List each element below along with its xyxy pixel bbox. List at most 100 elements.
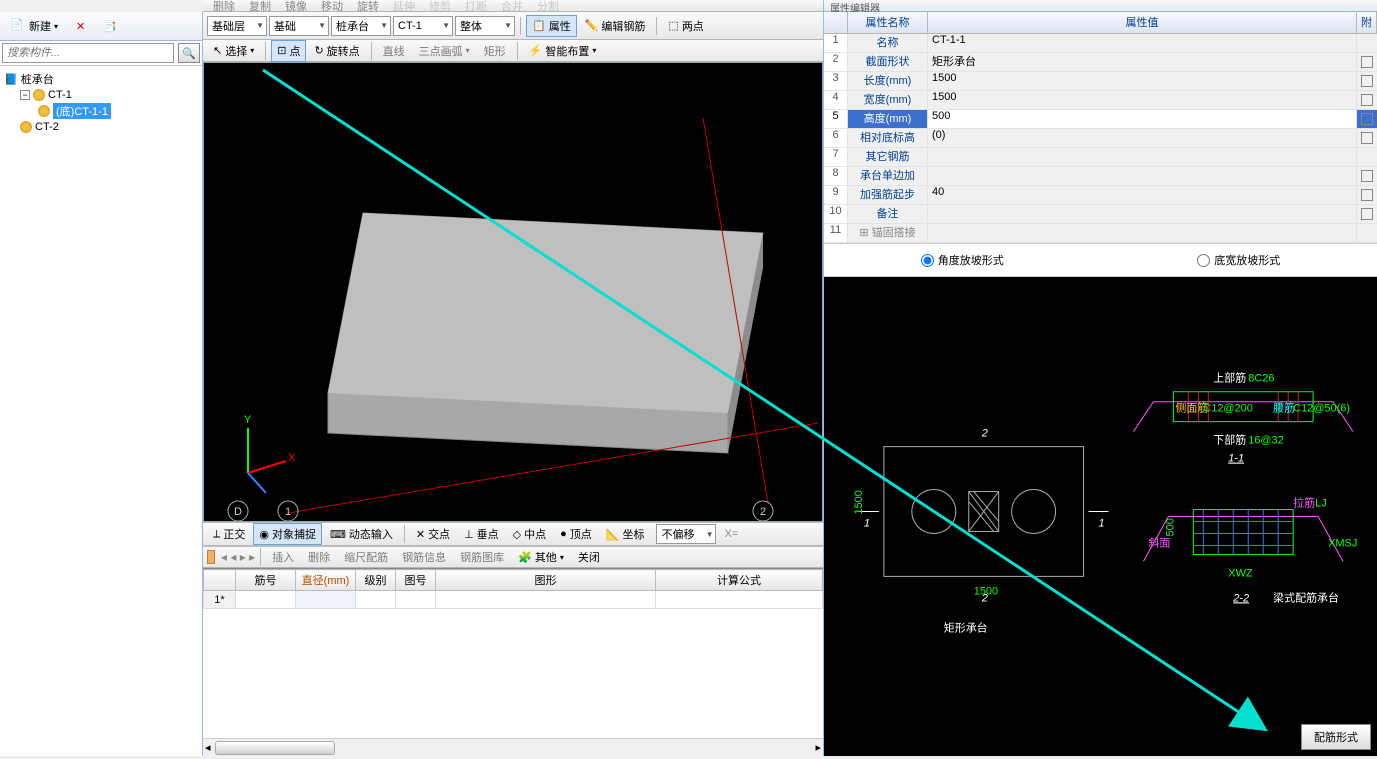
svg-text:上部筋: 上部筋 [1213, 371, 1246, 385]
h-scrollbar[interactable]: ◂ ▸ [203, 738, 823, 756]
property-header: 属性名称 属性值 附 [824, 12, 1377, 34]
snap-toolbar: ⟂正交 ◉对象捕捉 ⌨动态输入 ✕交点 ⊥垂点 ◇中点 ●顶点 📐坐标 不偏移▼… [203, 522, 823, 546]
search-button[interactable]: 🔍 [178, 43, 200, 63]
property-row[interactable]: 7其它钢筋 [824, 148, 1377, 167]
svg-text:XMSJ: XMSJ [1328, 537, 1357, 549]
radio-width[interactable]: 底宽放坡形式 [1197, 252, 1280, 268]
property-panel-title: 属性编辑器 [824, 0, 1377, 12]
new-button[interactable]: 📄新建▾ [4, 15, 64, 37]
tb-split: 分割 [531, 0, 565, 17]
grid-scale: 缩尺配筋 [338, 546, 394, 568]
property-row[interactable]: 9加强筋起步40 [824, 186, 1377, 205]
center-panel: 删除 复制 镜像 移动 旋转 延伸 修剪 打断 合并 分割 基础层▼ 基础▼ 桩… [203, 0, 823, 756]
property-row[interactable]: 8承台单边加 [824, 167, 1377, 186]
snap-object[interactable]: ◉对象捕捉 [253, 523, 322, 545]
svg-text:1: 1 [864, 517, 870, 529]
snap-dynamic[interactable]: ⌨动态输入 [324, 523, 399, 545]
svg-text:2: 2 [760, 506, 766, 518]
property-row[interactable]: 6相对底标高(0) [824, 129, 1377, 148]
tree-node-ct1-child[interactable]: (底)CT-1-1 [2, 102, 200, 120]
svg-text:D: D [234, 506, 242, 518]
svg-text:斜面: 斜面 [1148, 536, 1170, 549]
svg-text:XWZ: XWZ [1228, 567, 1253, 579]
rebar-grid: 筋号 直径(mm) 级别 图号 图形 计算公式 1* ◂ ▸ [203, 568, 823, 756]
toolbar-row-3: ↖选择▾ ⊡点 ↻旋转点 直线 三点画弧▾ 矩形 ⚡智能布置▾ [203, 40, 823, 62]
dd-layer[interactable]: 基础层▼ [207, 16, 267, 36]
radio-angle[interactable]: 角度放坡形式 [921, 252, 1004, 268]
offset-dropdown[interactable]: 不偏移▼ [656, 524, 716, 544]
tb-break: 打断 [459, 0, 493, 17]
property-row[interactable]: 5高度(mm)500 [824, 110, 1377, 129]
property-rows: 1名称CT-1-12截面形状矩形承台3长度(mm)15004宽度(mm)1500… [824, 34, 1377, 243]
snap-coord[interactable]: 📐坐标 [600, 523, 651, 545]
snap-mid[interactable]: ◇中点 [507, 523, 552, 545]
svg-text:500: 500 [1164, 518, 1176, 536]
property-row[interactable]: 4宽度(mm)1500 [824, 91, 1377, 110]
svg-text:X: X [288, 452, 296, 464]
search-input[interactable] [2, 43, 174, 63]
rebar-form-button[interactable]: 配筋形式 [1301, 724, 1371, 750]
line-tool: 直线 [377, 40, 411, 62]
table-row[interactable]: 1* [204, 591, 823, 609]
grid-rebar-lib: 钢筋图库 [454, 546, 510, 568]
select-tool[interactable]: ↖选择▾ [207, 40, 260, 62]
property-button[interactable]: 📋属性 [526, 15, 577, 37]
svg-text:16@32: 16@32 [1248, 435, 1284, 447]
svg-text:2: 2 [981, 428, 988, 440]
left-panel-toolbar: 📄新建▾ ✕ 📑 [0, 12, 202, 41]
col-fig[interactable]: 图号 [396, 570, 436, 591]
property-row[interactable]: 11⊞ 锚固搭接 [824, 224, 1377, 243]
edit-rebar-button[interactable]: ✏️编辑钢筋 [579, 15, 652, 37]
rect-tool: 矩形 [478, 40, 512, 62]
section-diagram: 1 1 2 2 矩形承台 1500 1500 上部筋 8C26 侧面筋 C12@… [824, 277, 1377, 756]
svg-text:梁式配筋承台: 梁式配筋承台 [1273, 590, 1339, 604]
svg-text:矩形承台: 矩形承台 [944, 620, 988, 634]
two-point-button[interactable]: ⬚两点 [662, 15, 709, 37]
grid-other[interactable]: 🧩其他▾ [512, 546, 570, 568]
rotate-point-tool[interactable]: ↻旋转点 [308, 40, 365, 62]
3d-viewport[interactable]: Y X D 1 2 [203, 62, 823, 522]
grid-handle[interactable] [207, 550, 215, 564]
arc-tool: 三点画弧▾ [413, 40, 476, 62]
snap-cross[interactable]: ✕交点 [410, 523, 456, 545]
svg-text:拉筋: 拉筋 [1293, 496, 1315, 510]
svg-text:下部筋: 下部筋 [1213, 433, 1246, 447]
tree-node-ct2[interactable]: CT-2 [2, 120, 200, 134]
toolbar-row-1: 删除 复制 镜像 移动 旋转 延伸 修剪 打断 合并 分割 [203, 0, 823, 12]
snap-ortho[interactable]: ⟂正交 [207, 523, 251, 545]
col-formula[interactable]: 计算公式 [656, 570, 823, 591]
snap-vertex[interactable]: ●顶点 [554, 523, 598, 545]
col-grade[interactable]: 级别 [356, 570, 396, 591]
dd-type[interactable]: 桩承台▼ [331, 16, 391, 36]
grid-close[interactable]: 关闭 [572, 546, 606, 568]
svg-text:1500: 1500 [974, 585, 998, 597]
col-dia[interactable]: 直径(mm) [296, 570, 356, 591]
property-row[interactable]: 2截面形状矩形承台 [824, 53, 1377, 72]
point-tool[interactable]: ⊡点 [271, 40, 306, 62]
property-row[interactable]: 3长度(mm)1500 [824, 72, 1377, 91]
col-shape[interactable]: 图形 [436, 570, 656, 591]
smart-layout-tool[interactable]: ⚡智能布置▾ [523, 40, 603, 62]
tree-node-ct1[interactable]: −CT-1 [2, 88, 200, 102]
svg-text:1: 1 [285, 506, 291, 518]
svg-text:腰筋: 腰筋 [1273, 401, 1295, 415]
property-row[interactable]: 1名称CT-1-1 [824, 34, 1377, 53]
snap-perp[interactable]: ⊥垂点 [458, 523, 505, 545]
property-row[interactable]: 10备注 [824, 205, 1377, 224]
left-panel: 📄新建▾ ✕ 📑 🔍 📘桩承台 −CT-1 (底)CT-1-1 CT-2 [0, 12, 203, 756]
grid-delete: 删除 [302, 546, 336, 568]
col-jh[interactable]: 筋号 [236, 570, 296, 591]
dd-category[interactable]: 基础▼ [269, 16, 329, 36]
svg-text:Y: Y [244, 414, 252, 426]
svg-text:1500: 1500 [853, 490, 865, 514]
svg-text:C12@200: C12@200 [1203, 403, 1253, 415]
slope-mode-radios: 角度放坡形式 底宽放坡形式 [824, 243, 1377, 277]
x-eq-label: X= [724, 528, 738, 540]
svg-text:8C26: 8C26 [1248, 373, 1274, 385]
delete-x-button[interactable]: ✕ [70, 17, 91, 36]
dd-component[interactable]: CT-1▼ [393, 16, 453, 36]
grid-insert: 插入 [266, 546, 300, 568]
copy-doc-button[interactable]: 📑 [97, 17, 123, 36]
dd-view[interactable]: 整体▼ [455, 16, 515, 36]
tree-root[interactable]: 📘桩承台 [2, 70, 200, 88]
